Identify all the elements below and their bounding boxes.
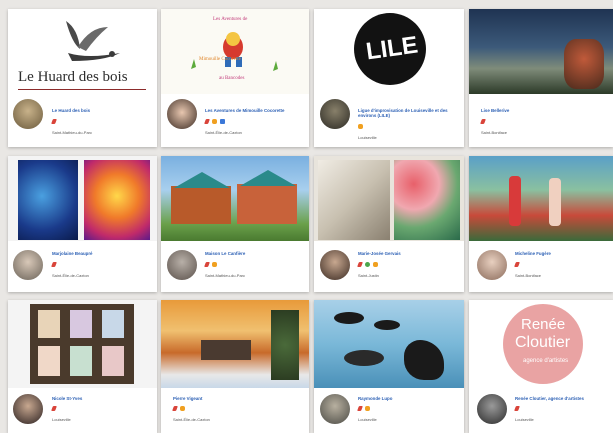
logo-text: Les Aventures de <box>213 17 248 22</box>
artist-card[interactable]: LILE Ligue d'improvisation de Louisevill… <box>314 9 464 147</box>
card-title[interactable]: Marjolaine Beaupré <box>52 251 152 256</box>
card-location: Louiseville <box>52 417 71 422</box>
artist-card[interactable]: Le Huard des bois Le Huard des bois Sain… <box>8 9 157 147</box>
artist-card[interactable]: Pierre Vigeant Saint-Élie-de-Caxton <box>161 300 309 433</box>
avatar[interactable] <box>318 392 352 426</box>
card-cover-painting <box>469 9 613 94</box>
card-cover-painting <box>469 156 613 241</box>
logo-underline <box>18 89 146 90</box>
theatre-icon <box>212 119 217 124</box>
theatre-icon <box>358 124 363 129</box>
avatar[interactable] <box>318 97 352 131</box>
card-title[interactable]: Lise Bellerive <box>481 108 601 113</box>
card-cover-painting <box>161 300 309 388</box>
card-location: Saint-Justin <box>358 273 379 278</box>
logo-subtext: au Bancodes <box>219 76 245 81</box>
card-cover-painting <box>8 300 157 388</box>
logo-subtext: agence d'artistes <box>523 358 569 364</box>
pencil-icon <box>51 262 57 267</box>
pencil-icon <box>204 119 210 124</box>
card-cover-logo: Les Aventures de Mimouille Cocorette au … <box>161 9 309 94</box>
card-location: Saint-Élie-de-Caxton <box>205 130 242 135</box>
pencil-icon <box>480 119 486 124</box>
artist-card[interactable]: Les Aventures de Mimouille Cocorette au … <box>161 9 309 147</box>
card-title[interactable]: Les Aventures de Mimouille Cocorette <box>205 108 307 113</box>
avatar[interactable] <box>318 248 352 282</box>
card-title[interactable]: Renée Cloutier, agence d'artistes <box>515 396 611 401</box>
theatre-icon <box>365 406 370 411</box>
logo-subtext: Mimouille Cocorette <box>199 57 241 62</box>
pencil-icon <box>51 119 57 124</box>
artist-card[interactable]: Renée Cloutier agence d'artistes Renée C… <box>469 300 613 433</box>
card-cover-photo <box>161 156 309 241</box>
avatar[interactable] <box>165 97 199 131</box>
card-cover-logo: Renée Cloutier agence d'artistes <box>469 300 613 388</box>
card-cover-logo: LILE <box>314 9 464 94</box>
artist-card-grid: Le Huard des bois Le Huard des bois Sain… <box>0 0 613 433</box>
card-location: Louiseville <box>358 135 377 140</box>
card-title[interactable]: Pierre Vigeant <box>173 396 293 401</box>
card-cover-painting <box>314 300 464 388</box>
artist-card[interactable]: Marie-Josée Gervais Saint-Justin <box>314 156 464 292</box>
card-title[interactable]: Le Huard des bois <box>52 108 152 113</box>
card-location: Saint-Élie-de-Caxton <box>52 273 89 278</box>
card-title[interactable]: Micheline Fugère <box>515 251 611 256</box>
card-location: Saint-Élie-de-Caxton <box>173 417 210 422</box>
avatar[interactable] <box>475 392 509 426</box>
pencil-icon <box>357 262 363 267</box>
avatar[interactable] <box>11 97 45 131</box>
avatar[interactable] <box>11 248 45 282</box>
card-title[interactable]: Marie-Josée Gervais <box>358 251 460 256</box>
artist-card[interactable]: Micheline Fugère Saint-Boniface <box>469 156 613 292</box>
nature-icon <box>365 262 370 267</box>
card-title[interactable]: Maison Le Canfière <box>205 251 305 256</box>
theatre-icon <box>180 406 185 411</box>
pencil-icon <box>514 406 520 411</box>
theatre-icon <box>212 262 217 267</box>
book-icon <box>220 119 225 124</box>
pencil-icon <box>51 406 57 411</box>
pencil-icon <box>514 262 520 267</box>
artist-card[interactable]: Lise Bellerive Saint-Boniface <box>469 9 613 147</box>
pencil-icon <box>204 262 210 267</box>
avatar[interactable] <box>475 248 509 282</box>
artist-card[interactable]: Marjolaine Beaupré Saint-Élie-de-Caxton <box>8 156 157 292</box>
card-location: Louiseville <box>515 417 534 422</box>
card-title[interactable]: Raymonde Lupo <box>358 396 460 401</box>
logo-text: Renée <box>521 316 566 333</box>
card-title[interactable]: Nicole St-Yves <box>52 396 152 401</box>
card-cover-logo: Le Huard des bois <box>8 9 157 94</box>
card-title[interactable]: Ligue d'improvisation de Louiseville et … <box>358 108 460 119</box>
card-location: Saint-Boniface <box>481 130 508 135</box>
card-cover-painting <box>8 156 157 241</box>
pencil-icon <box>172 406 178 411</box>
avatar[interactable] <box>165 248 199 282</box>
card-location: Saint-Mathieu-du-Parc <box>205 273 246 278</box>
card-cover-painting <box>314 156 464 241</box>
artist-card[interactable]: Nicole St-Yves Louiseville <box>8 300 157 433</box>
avatar[interactable] <box>11 392 45 426</box>
logo-text: Le Huard des bois <box>18 69 128 85</box>
logo-text: Cloutier <box>515 334 571 351</box>
artist-card[interactable]: Raymonde Lupo Louiseville <box>314 300 464 433</box>
artist-card[interactable]: Maison Le Canfière Saint-Mathieu-du-Parc <box>161 156 309 292</box>
pencil-icon <box>357 406 363 411</box>
card-location: Saint-Boniface <box>515 273 542 278</box>
card-location: Louiseville <box>358 417 377 422</box>
card-location: Saint-Mathieu-du-Parc <box>52 130 93 135</box>
theatre-icon <box>373 262 378 267</box>
